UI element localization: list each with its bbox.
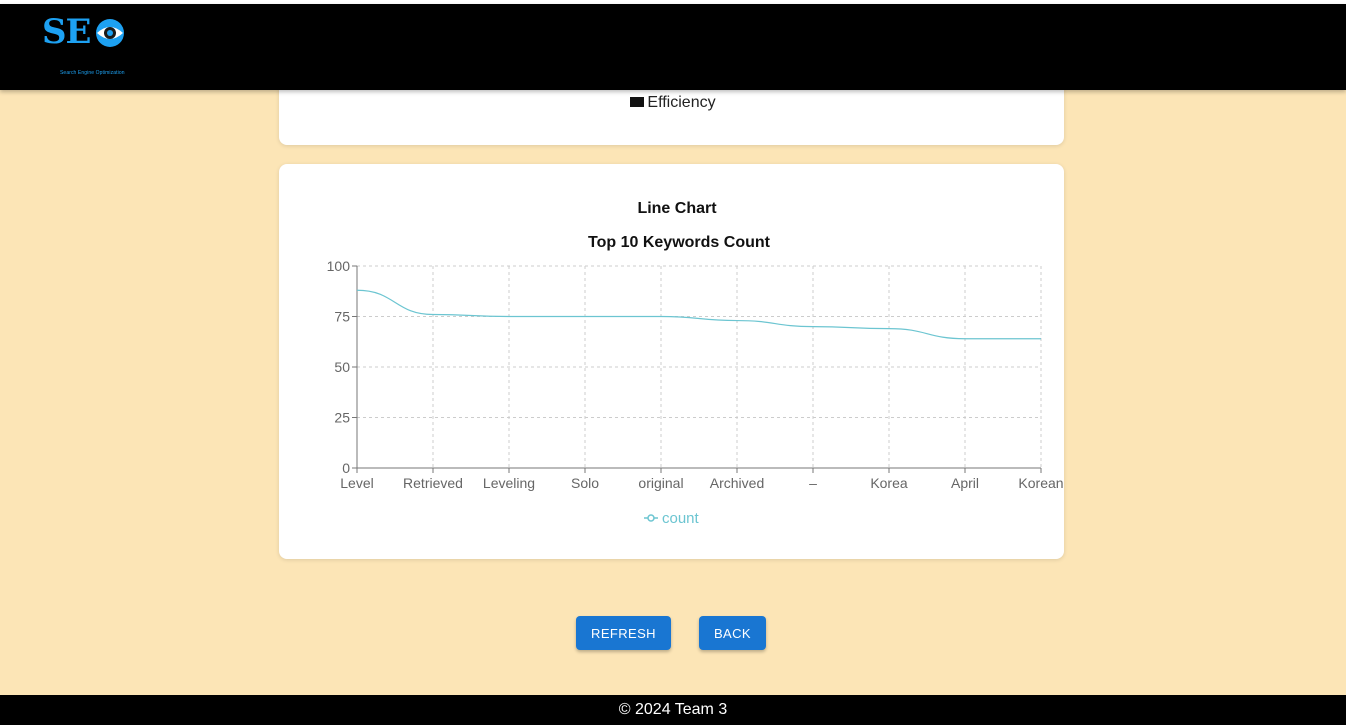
back-button[interactable]: BACK — [699, 616, 766, 650]
eye-icon — [96, 19, 124, 47]
chart-series — [356, 289, 1041, 340]
series-line-count — [356, 289, 1041, 340]
y-tick-label: 100 — [327, 258, 351, 274]
logo[interactable]: SE Search Engine Optimization — [42, 14, 142, 80]
line-chart: Line Chart Top 10 Keywords Count 0 25 50 75… — [327, 200, 1064, 527]
logo-text: SE — [42, 12, 91, 52]
x-tick-label: Leveling — [483, 475, 535, 491]
x-tick-label: Retrieved — [403, 475, 463, 491]
y-tick-label: 50 — [334, 359, 350, 375]
x-tick-label: Korea — [870, 475, 908, 491]
legend-marker-icon — [647, 514, 655, 522]
chart-grid — [357, 265, 1042, 468]
previous-chart-legend[interactable]: Efficiency — [0, 94, 1346, 112]
footer-copyright: © 2024 Team 3 — [618, 701, 728, 718]
legend-label-efficiency: Efficiency — [647, 94, 716, 111]
legend-swatch — [630, 96, 645, 107]
line-chart-card: Line Chart Top 10 Keywords Count 0 25 50 75… — [279, 164, 1064, 559]
legend-label-count: count — [662, 510, 700, 527]
action-buttons: REFRESH BACK — [0, 616, 1346, 650]
x-tick-label: Level — [340, 475, 373, 491]
y-tick-label: 0 — [342, 460, 350, 476]
logo-tagline: Search Engine Optimization — [60, 70, 125, 76]
x-tick-label: original — [638, 475, 683, 491]
chart-axes: 0 25 50 75 100 Level Retrieved Leveling Solo orig… — [327, 258, 1064, 491]
chart-legend[interactable]: count — [644, 510, 700, 527]
y-tick-label: 25 — [334, 410, 350, 426]
x-tick-label: Archived — [710, 475, 764, 491]
y-tick-label: 75 — [334, 309, 350, 325]
x-tick-label: Solo — [571, 475, 599, 491]
chart-title: Line Chart — [637, 200, 717, 217]
site-header: SE Search Engine Optimization — [0, 4, 1346, 90]
x-tick-label: – — [809, 475, 817, 491]
x-tick-label: April — [951, 475, 979, 491]
site-footer: © 2024 Team 3 — [0, 695, 1346, 725]
chart-subtitle: Top 10 Keywords Count — [588, 234, 771, 251]
refresh-button[interactable]: REFRESH — [576, 616, 671, 650]
x-tick-label: Korean — [1018, 475, 1063, 491]
